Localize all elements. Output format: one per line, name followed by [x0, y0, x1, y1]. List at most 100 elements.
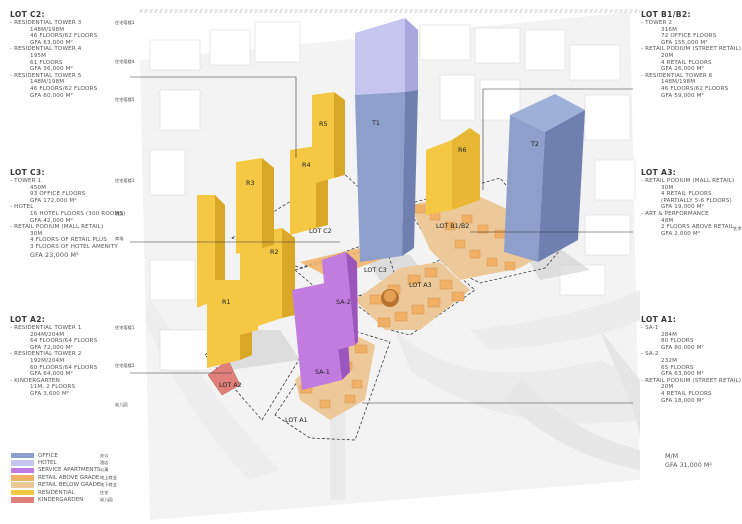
- lot-c2-panel: LOT C2: - RESIDENTIAL TOWER 3 148M/198M …: [10, 10, 97, 99]
- site-massing-diagram: T1 T2 R1 R2 R3 R4 R5 R6 SA-1 SA-2 LOT C2…: [130, 9, 641, 520]
- lot-c2-item-detail: 195M: [30, 52, 47, 59]
- lot-a3-item-detail: 2 FLOORS ABOVE RETAIL: [661, 224, 734, 231]
- legend-item-retail-below-grade: RETAIL BELOW GRADE 地下商业: [11, 482, 117, 489]
- legend-item-kindergarden: KINDERGARDEN 幼儿园: [11, 496, 117, 503]
- legend-label: HOTEL: [38, 460, 57, 467]
- lot-c3-item-detail: GFA 42,000 M²: [30, 217, 74, 224]
- legend-item-office: OFFICE 办公: [11, 452, 117, 459]
- lot-c2-item-header: - RESIDENTIAL TOWER 5: [10, 72, 82, 79]
- lot-b1b2-item-header: - RESIDENTIAL TOWER 6: [641, 72, 713, 79]
- lot-a2-cn-tag: 住宅塔楼1: [115, 325, 135, 330]
- lot-c2-item-detail: 46 FLOORS/62 FLOORS: [30, 33, 98, 40]
- lot-a3-item-detail: 30M: [661, 184, 674, 191]
- lot-a2-item-header: - RESIDENTIAL TOWER 1: [10, 325, 82, 331]
- lot-a2-cn-tag: 住宅塔楼2: [115, 363, 135, 368]
- lot-c3-item-detail: GFA 172,000 M²: [30, 197, 77, 204]
- legend-label: RETAIL ABOVE GRADE: [38, 474, 100, 481]
- lot-c2-cn-tag: 住宅塔楼5: [115, 97, 135, 102]
- label-r1: R1: [222, 298, 231, 306]
- lot-c3-item-header: - HOTEL: [10, 204, 34, 211]
- lot-a1-item-detail: GFA 80,000 M²: [661, 344, 705, 351]
- lot-c3-item-detail: 4 FLOORS OF RETAIL PLUS: [30, 237, 107, 244]
- residential-swatch: [11, 489, 34, 496]
- lot-a2-item-detail: 11M, 2 FLOORS: [30, 384, 76, 391]
- label-lot-a3: LOT A3: [409, 281, 432, 289]
- lot-a2-title: LOT A2:: [10, 315, 46, 324]
- label-r4: R4: [302, 161, 311, 169]
- lot-a3-item-header: - ART & PERFORMANCE: [641, 210, 709, 217]
- lot-a2-item-detail: 204M/204M: [30, 331, 65, 338]
- legend-cn: 公寓: [100, 467, 109, 473]
- lot-c3-title: LOT C3:: [10, 168, 45, 177]
- lot-c2-cn-tag: 住宅塔楼4: [115, 59, 135, 64]
- label-sa1: SA-1: [315, 368, 330, 376]
- lot-a3-item-detail: 48M: [661, 217, 674, 224]
- service-apartments-swatch: [11, 467, 34, 474]
- label-t2: T2: [530, 140, 539, 148]
- lot-c3-item-header: - TOWER 1: [10, 178, 42, 184]
- legend-item-service-apartments: SERVICE APARTMENTS 公寓: [11, 467, 117, 474]
- lot-c2-item-detail: 148M/198M: [30, 79, 65, 86]
- lot-c2-item-detail: 46 FLOORS/62 FLOORS: [30, 85, 98, 92]
- lot-a3-item-detail: GFA 2,000 M²: [661, 230, 701, 237]
- legend-label: SERVICE APARTMENTS: [38, 467, 101, 474]
- lot-a3-item-detail: GFA 19,000 M²: [661, 204, 705, 211]
- lot-b1b2-item-detail: GFA 59,000 M²: [661, 92, 705, 99]
- lot-a3-cn-tag: 艺术: [733, 226, 742, 231]
- legend-cn: 地下商业: [100, 482, 117, 488]
- lot-c3-cn-tag: 酒店: [115, 211, 124, 216]
- lot-c2-cn-tag: 住宅塔楼3: [115, 20, 135, 25]
- lot-c2-item-detail: GFA 63,000 M²: [30, 39, 74, 46]
- legend-cn: 幼儿园: [100, 497, 113, 503]
- lot-b1b2-item-detail: 148M/198M: [661, 79, 696, 86]
- label-r5: R5: [319, 120, 328, 128]
- kindergarden-swatch: [11, 497, 34, 503]
- retail-below-swatch: [11, 482, 34, 489]
- label-lot-c3: LOT C3: [364, 266, 387, 274]
- lot-a2-item-header: - RESIDENTIAL TOWER 2: [10, 351, 82, 358]
- lot-a2-cn-tag: 幼儿园: [115, 402, 128, 407]
- lot-a1-panel: LOT A1: - SA-1 284M 80 FLOORS GFA 80,000…: [641, 315, 741, 404]
- legend-cn: 办公: [100, 452, 109, 458]
- lot-b1b2-item-detail: GFA 155,000 M²: [661, 39, 708, 46]
- lot-b1b2-item-detail: 316M: [661, 26, 678, 33]
- mm-label: M/M: [665, 452, 679, 460]
- lot-a2-item-detail: GFA 3,600 M²: [30, 390, 70, 397]
- lot-a1-item-detail: 20M: [661, 384, 674, 391]
- lot-c3-item-header: - RETAIL PODIUM (MALL RETAIL): [10, 224, 104, 231]
- label-r6: R6: [458, 146, 467, 154]
- legend-cn: 酒店: [100, 460, 109, 466]
- lot-a2-item-detail: 192M/204M: [30, 357, 65, 364]
- lot-a3-panel: LOT A3: - RETAIL PODIUM (MALL RETAIL) 30…: [641, 168, 734, 237]
- legend-label: RESIDENTIAL: [38, 489, 75, 496]
- label-lot-b1b2: LOT B1/B2: [436, 222, 469, 230]
- legend-item-residential: RESIDENTIAL 住宅: [11, 489, 117, 496]
- lot-c2-item-header: - RESIDENTIAL TOWER 3: [10, 20, 82, 26]
- label-r2: R2: [270, 248, 279, 256]
- lot-a1-item-detail: GFA 63,000 M²: [661, 371, 705, 378]
- lot-a1-item-header: - SA-2: [641, 351, 659, 358]
- legend-label: KINDERGARDEN: [38, 497, 84, 504]
- hotel-swatch: [11, 460, 34, 466]
- lot-c3-total-gfa: GFA 23,000 M²: [30, 250, 79, 259]
- legend: OFFICE 办公 HOTEL 酒店 SERVICE APARTMENTS 公寓…: [11, 452, 117, 504]
- label-lot-c2: LOT C2: [309, 227, 332, 235]
- mm-gfa: GFA 31,000 M²: [665, 461, 712, 469]
- lot-c3-item-detail: 450M: [30, 184, 47, 191]
- legend-label: RETAIL BELOW GRADE: [38, 482, 101, 489]
- lot-c3-item-detail: 93 OFFICE FLOORS: [30, 191, 86, 198]
- lot-a1-item-detail: 80 FLOORS: [661, 338, 694, 345]
- lot-a1-item-detail: 232M: [661, 357, 678, 364]
- retail-above-swatch: [11, 475, 34, 481]
- label-lot-a1: LOT A1: [285, 416, 308, 424]
- lot-a1-item-detail: 284M: [661, 331, 678, 338]
- lot-a2-item-header: - KINDERGARTEN: [10, 377, 60, 384]
- lot-b1b2-panel: LOT B1/B2: - TOWER 2 316M 72 OFFICE FLOO…: [641, 10, 741, 99]
- lot-a1-item-header: - SA-1: [641, 325, 659, 331]
- lot-c2-item-detail: GFA 60,000 M²: [30, 92, 74, 99]
- lot-a3-title: LOT A3:: [641, 168, 677, 177]
- legend-item-retail-above-grade: RETAIL ABOVE GRADE 地上商业: [11, 474, 117, 481]
- lot-c3-item-detail: 30M: [30, 230, 43, 237]
- lot-a1-title: LOT A1:: [641, 315, 677, 324]
- legend-item-hotel: HOTEL 酒店: [11, 459, 117, 466]
